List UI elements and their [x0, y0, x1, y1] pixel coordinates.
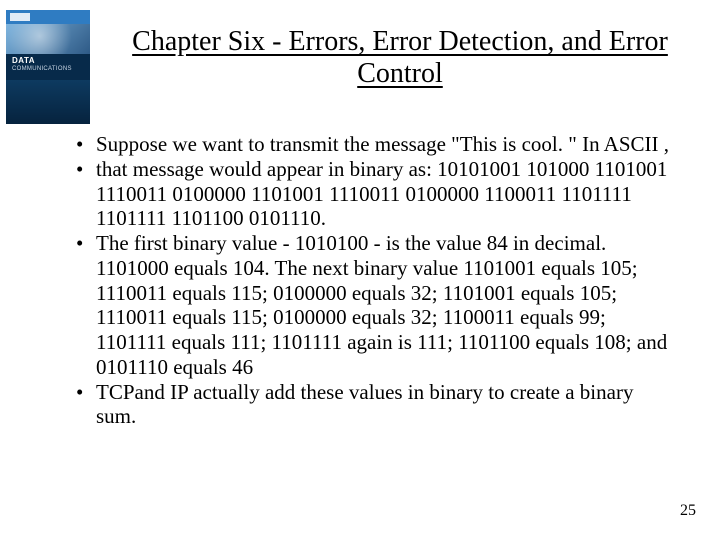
bullet-item: The first binary value - 1010100 - is th…: [72, 231, 674, 380]
bullet-item: that message would appear in binary as: …: [72, 157, 674, 231]
book-cover-bottom: [6, 80, 90, 124]
bullet-item: TCPand IP actually add these values in b…: [72, 380, 674, 430]
bullet-list: Suppose we want to transmit the message …: [72, 132, 674, 429]
book-cover-title: DATA: [12, 56, 35, 65]
page-number: 25: [680, 502, 696, 520]
slide-body: Suppose we want to transmit the message …: [72, 132, 674, 429]
book-cover-top-stripe: [6, 10, 90, 24]
bullet-item: Suppose we want to transmit the message …: [72, 132, 674, 157]
book-cover-image: DATA COMMUNICATIONS: [6, 10, 90, 124]
book-cover-title-band: DATA COMMUNICATIONS: [6, 54, 90, 80]
book-cover-subtitle: COMMUNICATIONS: [12, 66, 72, 72]
slide: DATA COMMUNICATIONS Chapter Six - Errors…: [0, 0, 720, 540]
slide-title: Chapter Six - Errors, Error Detection, a…: [120, 26, 680, 90]
book-cover-photo: [6, 24, 90, 54]
